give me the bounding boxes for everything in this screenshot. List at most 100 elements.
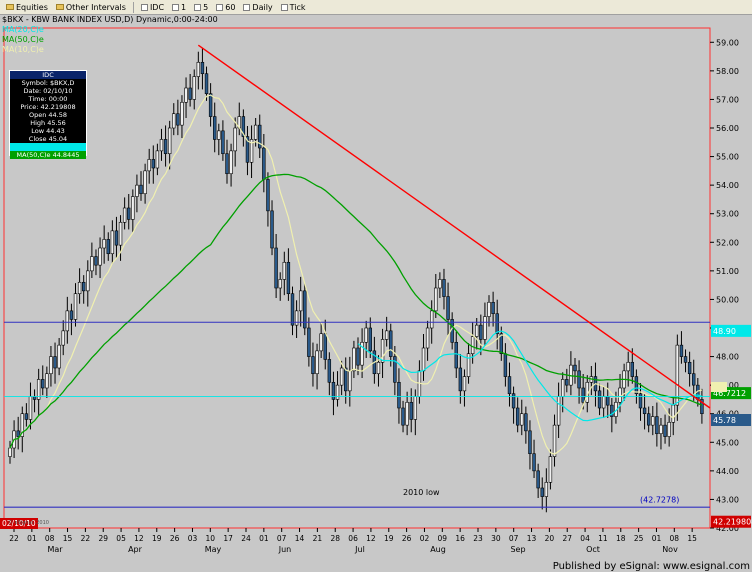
candle (348, 370, 352, 392)
candle (425, 327, 430, 349)
candle (364, 327, 368, 343)
x-tick-label: 05 (116, 534, 126, 543)
candle (434, 287, 438, 312)
candle (81, 281, 86, 292)
candle (8, 447, 12, 457)
candle (520, 413, 524, 426)
candle (573, 364, 577, 372)
candle (384, 330, 389, 340)
candle (462, 376, 467, 392)
data-window[interactable]: IDC Symbol: $BKX,D Date: 02/10/10 Time: … (9, 70, 87, 159)
candle (229, 150, 233, 175)
x-tick-label: 25 (634, 534, 644, 543)
y-tick-label: 45.00 (716, 438, 739, 447)
x-tick-label: 08 (45, 534, 55, 543)
cursor-price-box-label: 42.219808 (713, 518, 752, 527)
candle (671, 404, 675, 423)
y-tick-label: 48.00 (716, 353, 739, 362)
x-tick-label: 28 (330, 534, 340, 543)
candle (213, 116, 217, 140)
candle (270, 210, 274, 249)
candle (540, 487, 544, 497)
candle (663, 424, 667, 437)
candle (217, 130, 221, 140)
candle (655, 416, 659, 435)
x-tick-label: 06 (348, 534, 358, 543)
x-tick-label: 01 (259, 534, 269, 543)
candle (675, 344, 680, 406)
dw-ma50: MA(50,C)e 44.8445 (10, 151, 86, 159)
x-tick-label: 07 (277, 534, 287, 543)
candle (28, 396, 33, 420)
candle (307, 327, 311, 357)
y-tick-label: 55.00 (716, 153, 739, 162)
candle (323, 333, 327, 360)
candle (344, 367, 348, 392)
x-tick-label: 04 (580, 534, 590, 543)
x-tick-label: 01 (27, 534, 37, 543)
publisher-footer: Published by eSignal: www.esignal.com (552, 561, 750, 572)
candle (294, 310, 299, 326)
y-tick-label: 50.00 (716, 295, 739, 304)
candle (646, 413, 651, 426)
x-tick-label: 07 (509, 534, 519, 543)
candle (49, 356, 53, 375)
candle (65, 310, 70, 332)
x-tick-label: 26 (170, 534, 180, 543)
candle (286, 261, 291, 295)
dw-time: Time: 00:00 (28, 95, 68, 103)
y-tick-label: 59.00 (716, 38, 739, 47)
candle (659, 424, 663, 435)
candle (106, 239, 110, 255)
candle (45, 373, 49, 389)
candle (352, 347, 356, 372)
candle (196, 61, 201, 77)
x-tick-label: 26 (402, 534, 412, 543)
candle (192, 76, 196, 100)
x-tick-label: 12 (366, 534, 376, 543)
candle (155, 150, 160, 169)
candle (298, 290, 303, 312)
candle (233, 127, 237, 152)
candle (556, 396, 561, 426)
candle (479, 324, 483, 340)
x-tick-label: 19 (384, 534, 394, 543)
candle (61, 330, 65, 346)
candle (495, 313, 499, 335)
x-tick-label: 14 (295, 534, 305, 543)
candle (253, 124, 258, 140)
candle (127, 207, 131, 220)
y-tick-label: 57.00 (716, 95, 739, 104)
candle (475, 324, 479, 337)
candle (515, 407, 520, 426)
candle (483, 316, 487, 340)
x-tick-label: 18 (616, 534, 626, 543)
dw-low: Low 44.43 (31, 127, 65, 135)
y-tick-label: 53.00 (716, 210, 739, 219)
candle (618, 387, 622, 403)
candle (397, 381, 401, 409)
x-tick-label: 01 (652, 534, 662, 543)
y-tick-label: 51.00 (716, 267, 739, 276)
annotation-2010-low: 2010 low (403, 488, 440, 497)
x-tick-label: 12 (134, 534, 144, 543)
candle (528, 430, 532, 455)
candle (335, 384, 340, 400)
candle (327, 359, 332, 383)
candle (532, 453, 536, 472)
candle (561, 379, 565, 397)
candle (544, 481, 549, 497)
candle (172, 113, 176, 129)
x-tick-label: 22 (81, 534, 91, 543)
candle (319, 333, 323, 352)
x-tick-label: 29 (98, 534, 108, 543)
candle (687, 361, 692, 375)
candle (667, 421, 671, 437)
y-tick-label: 52.00 (716, 238, 739, 247)
candle (176, 113, 180, 126)
candle (262, 147, 266, 180)
candle (208, 93, 213, 117)
candle (683, 356, 688, 363)
price-chart[interactable]: 42.0043.0044.0045.0046.0047.0048.0049.00… (0, 0, 752, 572)
support-value-label: (42.7278) (640, 495, 679, 504)
